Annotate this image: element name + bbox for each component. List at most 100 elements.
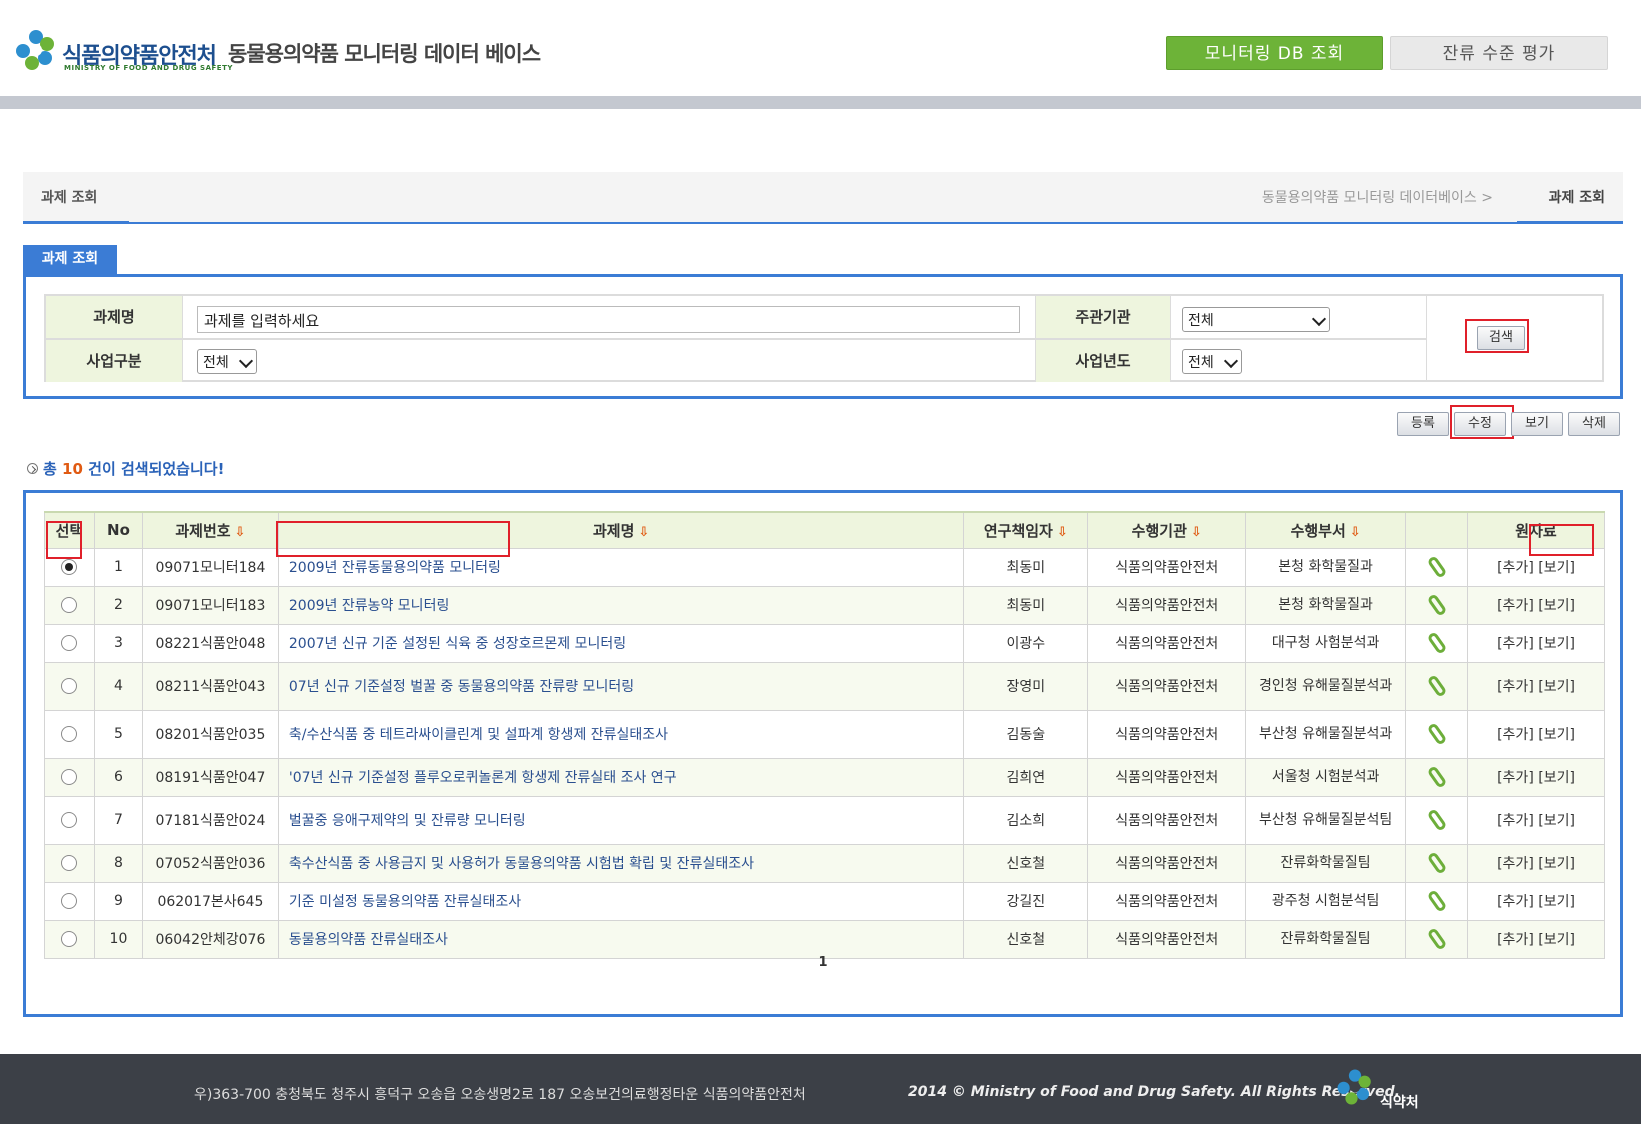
select-cell[interactable] — [44, 709, 95, 759]
radio-icon[interactable] — [61, 726, 78, 742]
raw-add-link[interactable]: [추가] — [1497, 679, 1534, 695]
raw-view-link[interactable]: [보기] — [1538, 770, 1575, 786]
radio-icon[interactable] — [61, 893, 78, 909]
sort-arrow-icon[interactable]: ⇩ — [1350, 525, 1361, 540]
result-number: 10 — [62, 460, 83, 478]
sort-arrow-icon[interactable]: ⇩ — [1057, 525, 1068, 540]
radio-icon[interactable] — [61, 678, 78, 694]
attachment-clip-icon[interactable] — [1426, 808, 1447, 832]
raw-view-link[interactable]: [보기] — [1538, 894, 1575, 910]
project-name-input[interactable]: 과제를 입력하세요 — [197, 306, 1020, 333]
view-button[interactable]: 보기 — [1511, 412, 1563, 436]
attachment-clip-icon[interactable] — [1426, 927, 1447, 951]
row-title-link[interactable]: 2007년 신규 기준 설정된 식육 중 성장호르몬제 모니터링 — [277, 623, 965, 663]
attachment-clip-icon[interactable] — [1426, 555, 1447, 579]
select-cell[interactable] — [44, 843, 95, 883]
row-title-link[interactable]: 기준 미설정 동물용의약품 잔류실태조사 — [277, 881, 965, 921]
table-row[interactable]: 9 062017본사645 기준 미설정 동물용의약품 잔류실태조사 강길진 식품의약품… — [44, 881, 1605, 921]
raw-add-link[interactable]: [추가] — [1497, 813, 1534, 829]
nav-residue-level-button[interactable]: 잔류 수준 평가 — [1390, 36, 1608, 70]
attachment-cell[interactable] — [1405, 547, 1469, 587]
attachment-cell[interactable] — [1405, 709, 1469, 759]
col-researcher[interactable]: 연구책임자 ⇩ — [963, 511, 1089, 549]
radio-icon[interactable] — [61, 559, 78, 575]
attachment-clip-icon[interactable] — [1426, 889, 1447, 913]
raw-view-link[interactable]: [보기] — [1538, 598, 1575, 614]
select-cell[interactable] — [44, 919, 95, 959]
row-title-link[interactable]: 축/수산식품 중 테트라싸이클린계 및 설파계 항생제 잔류실태조사 — [277, 709, 965, 759]
attachment-cell[interactable] — [1405, 881, 1469, 921]
attachment-cell[interactable] — [1405, 795, 1469, 845]
attachment-clip-icon[interactable] — [1426, 674, 1447, 698]
raw-add-link[interactable]: [추가] — [1497, 932, 1534, 948]
raw-view-link[interactable]: [보기] — [1538, 636, 1575, 652]
breadcrumb-path[interactable]: 동물용의약품 모니터링 데이터베이스 > — [1262, 187, 1493, 207]
raw-add-link[interactable]: [추가] — [1497, 727, 1534, 743]
sort-arrow-icon[interactable]: ⇩ — [235, 525, 246, 540]
delete-button[interactable]: 삭제 — [1568, 412, 1620, 436]
raw-add-link[interactable]: [추가] — [1497, 560, 1534, 576]
raw-view-link[interactable]: [보기] — [1538, 560, 1575, 576]
sort-arrow-icon[interactable]: ⇩ — [638, 525, 649, 540]
table-row[interactable]: 6 08191식품안047'07년 신규 기준설정 플루오로퀴놀론계 항생제 잔류… — [44, 757, 1605, 797]
attachment-clip-icon[interactable] — [1426, 765, 1447, 789]
raw-view-link[interactable]: [보기] — [1538, 856, 1575, 872]
attachment-cell[interactable] — [1405, 843, 1469, 883]
radio-icon[interactable] — [61, 812, 78, 828]
raw-view-link[interactable]: [보기] — [1538, 813, 1575, 829]
year-select[interactable]: 전체 — [1182, 349, 1242, 374]
attachment-clip-icon[interactable] — [1426, 593, 1447, 617]
select-cell[interactable] — [44, 623, 95, 663]
attachment-cell[interactable] — [1405, 919, 1469, 959]
row-title-link[interactable]: 2009년 잔류농약 모니터링 — [277, 585, 965, 625]
table-row[interactable]: 4 08211식품안043 07년 신규 기준설정 벌꿀 중 동물용의약품 잔류량 … — [44, 661, 1605, 711]
table-row[interactable]: 7 07181식품안024 벌꿀중 응애구제약의 및 잔류량 모니터링 김소희 식품의약… — [44, 795, 1605, 845]
attachment-cell[interactable] — [1405, 623, 1469, 663]
radio-icon[interactable] — [61, 931, 78, 947]
radio-icon[interactable] — [61, 635, 78, 651]
register-button[interactable]: 등록 — [1397, 412, 1449, 436]
raw-add-link[interactable]: [추가] — [1497, 894, 1534, 910]
radio-icon[interactable] — [61, 597, 78, 613]
table-row[interactable]: 10 06042안체강076 동물용의약품 잔류실태조사 신호철 식품의약품안전처 잔류화… — [44, 919, 1605, 959]
col-code[interactable]: 과제번호 ⇩ — [141, 511, 279, 549]
col-dept[interactable]: 수행부서 ⇩ — [1245, 511, 1407, 549]
raw-add-link[interactable]: [추가] — [1497, 636, 1534, 652]
raw-add-link[interactable]: [추가] — [1497, 856, 1534, 872]
table-row[interactable]: 2 09071모니터183 2009년 잔류농약 모니터링 최동미 식품의약품안전처 본청… — [44, 585, 1605, 625]
raw-view-link[interactable]: [보기] — [1538, 679, 1575, 695]
row-code: 09071모니터184 — [141, 547, 279, 587]
row-title-link[interactable]: 축수산식품 중 사용금지 및 사용허가 동물용의약품 시험법 확립 및 잔류실태… — [277, 843, 965, 883]
nav-monitoring-db-button[interactable]: 모니터링 DB 조회 — [1166, 36, 1383, 70]
sort-arrow-icon[interactable]: ⇩ — [1191, 525, 1202, 540]
row-title-link[interactable]: 동물용의약품 잔류실태조사 — [277, 919, 965, 959]
radio-icon[interactable] — [61, 769, 78, 785]
select-cell[interactable] — [44, 585, 95, 625]
business-type-select[interactable]: 전체 — [197, 349, 257, 374]
table-row[interactable]: 5 08201식품안035 축/수산식품 중 테트라싸이클린계 및 설파계 항생제 … — [44, 709, 1605, 759]
attachment-clip-icon[interactable] — [1426, 722, 1447, 746]
select-cell[interactable] — [44, 661, 95, 711]
attachment-clip-icon[interactable] — [1426, 851, 1447, 875]
logo-icon[interactable] — [12, 26, 60, 74]
table-row[interactable]: 8 07052식품안036 축수산식품 중 사용금지 및 사용허가 동물용의약품 시… — [44, 843, 1605, 883]
row-title-link[interactable]: 벌꿀중 응애구제약의 및 잔류량 모니터링 — [277, 795, 965, 845]
select-cell[interactable] — [44, 757, 95, 797]
row-title-link[interactable]: '07년 신규 기준설정 플루오로퀴놀론계 항생제 잔류실태 조사 연구 — [277, 757, 965, 797]
select-cell[interactable] — [44, 881, 95, 921]
row-title-link[interactable]: 07년 신규 기준설정 벌꿀 중 동물용의약품 잔류량 모니터링 — [277, 661, 965, 711]
page-1-link[interactable]: 1 — [818, 955, 827, 970]
select-cell[interactable] — [44, 795, 95, 845]
raw-add-link[interactable]: [추가] — [1497, 598, 1534, 614]
table-row[interactable]: 3 08221식품안048 2007년 신규 기준 설정된 식육 중 성장호르몬제 … — [44, 623, 1605, 663]
attachment-cell[interactable] — [1405, 661, 1469, 711]
agency-select[interactable]: 전체 — [1182, 307, 1330, 332]
radio-icon[interactable] — [61, 855, 78, 871]
col-agency[interactable]: 수행기관 ⇩ — [1087, 511, 1247, 549]
attachment-cell[interactable] — [1405, 585, 1469, 625]
raw-add-link[interactable]: [추가] — [1497, 770, 1534, 786]
raw-view-link[interactable]: [보기] — [1538, 932, 1575, 948]
attachment-clip-icon[interactable] — [1426, 631, 1447, 655]
attachment-cell[interactable] — [1405, 757, 1469, 797]
raw-view-link[interactable]: [보기] — [1538, 727, 1575, 743]
